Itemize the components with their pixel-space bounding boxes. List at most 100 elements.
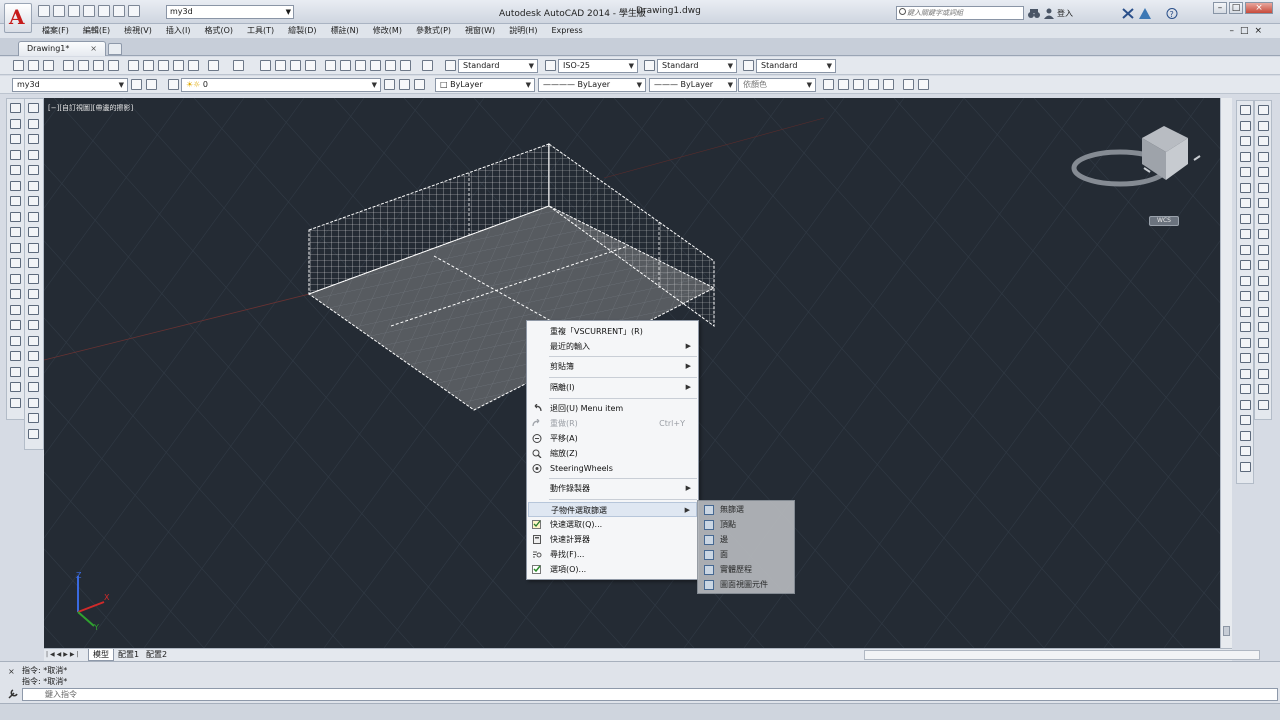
modeling-tool-icon[interactable]: [28, 118, 39, 129]
tab-layout1[interactable]: 配置1: [114, 649, 143, 661]
draw-tool-icon[interactable]: [10, 103, 21, 113]
render-tool-icon[interactable]: [1240, 182, 1251, 193]
draw-tool-icon[interactable]: [10, 351, 21, 361]
render-tool-icon[interactable]: [1240, 306, 1251, 317]
modify-tool-icon[interactable]: [1258, 275, 1269, 286]
undo-icon[interactable]: [208, 60, 219, 71]
open-icon[interactable]: [28, 60, 39, 71]
menu-express[interactable]: Express: [551, 24, 582, 38]
modify-tool-icon[interactable]: [1258, 229, 1269, 239]
modeling-tool-icon[interactable]: [28, 397, 39, 408]
save-icon[interactable]: [68, 5, 80, 17]
modify-tool-icon[interactable]: [1258, 120, 1269, 131]
visual-style-hidden-icon[interactable]: [853, 79, 864, 90]
text-style-select[interactable]: Standard ▼: [458, 59, 538, 73]
layout-nav-arrows[interactable]: |◀◀▶▶|: [46, 651, 81, 658]
draw-tool-icon[interactable]: [10, 289, 21, 299]
match-properties-icon[interactable]: [173, 60, 184, 71]
submenu-item-no-filter[interactable]: 無篩選: [700, 503, 794, 517]
menu-item-repeat[interactable]: 重複「VSCURRENT」(R): [528, 324, 697, 339]
modify-tool-icon[interactable]: [1258, 368, 1269, 379]
menu-item-recent-input[interactable]: 最近的輸入 ▶: [528, 339, 697, 354]
redo-icon[interactable]: [128, 5, 140, 17]
menu-item-redo[interactable]: 重做(R) Ctrl+Y: [528, 416, 697, 431]
design-center-icon[interactable]: [340, 60, 351, 71]
redo-icon[interactable]: [233, 60, 244, 71]
render-tool-icon[interactable]: [1240, 337, 1251, 348]
submenu-item-solid-history[interactable]: 實體歷程: [700, 563, 794, 577]
draw-tool-icon[interactable]: [10, 335, 21, 346]
properties-icon[interactable]: [325, 60, 336, 71]
modeling-tool-icon[interactable]: [28, 413, 39, 423]
modify-tool-icon[interactable]: [1258, 105, 1269, 115]
menu-edit[interactable]: 編輯(E): [83, 24, 110, 38]
layer-state-icon[interactable]: [414, 79, 425, 90]
vertical-scrollbar[interactable]: [1220, 98, 1232, 648]
command-input[interactable]: 鍵入指令: [22, 688, 1278, 701]
quickcalc-icon[interactable]: [400, 60, 411, 71]
modify-tool-icon[interactable]: [1258, 353, 1269, 363]
render-tool-icon[interactable]: [1240, 430, 1251, 441]
application-menu-button[interactable]: A: [4, 3, 32, 33]
modeling-tool-icon[interactable]: [28, 335, 39, 346]
modeling-tool-icon[interactable]: [28, 382, 39, 392]
modeling-tool-icon[interactable]: [28, 258, 39, 268]
publish-icon[interactable]: [93, 60, 104, 71]
tab-model[interactable]: 模型: [88, 649, 114, 661]
menu-help[interactable]: 說明(H): [509, 24, 537, 38]
modify-tool-icon[interactable]: [1258, 244, 1269, 255]
minimize-button[interactable]: –: [1213, 2, 1227, 14]
stay-connected-icon[interactable]: [1139, 8, 1151, 19]
modify-tool-icon[interactable]: [1258, 260, 1269, 270]
modeling-tool-icon[interactable]: [28, 289, 39, 299]
modeling-tool-icon[interactable]: [28, 149, 39, 160]
draw-tool-icon[interactable]: [10, 211, 21, 222]
open-file-icon[interactable]: [53, 5, 65, 17]
binoculars-icon[interactable]: [1028, 8, 1040, 19]
new-tab-button[interactable]: [108, 43, 122, 55]
draw-tool-icon[interactable]: [10, 149, 21, 160]
render-tool-icon[interactable]: [1240, 213, 1251, 224]
vertical-scrollbar-thumb[interactable]: [1223, 626, 1230, 636]
pan-icon[interactable]: [260, 60, 271, 71]
render-tool-icon[interactable]: [1240, 461, 1251, 472]
block-editor-icon[interactable]: [188, 60, 199, 71]
modify-tool-icon[interactable]: [1258, 399, 1269, 410]
close-tab-icon[interactable]: ×: [90, 42, 97, 55]
lineweight-select[interactable]: ——— ByLayer ▼: [649, 78, 737, 92]
modeling-tool-icon[interactable]: [28, 165, 39, 175]
menu-view[interactable]: 檢視(V): [124, 24, 152, 38]
markup-icon[interactable]: [385, 60, 396, 71]
menu-item-undo[interactable]: 退回(U) Menu item: [528, 401, 697, 416]
paste-icon[interactable]: [158, 60, 169, 71]
sheet-set-icon[interactable]: [370, 60, 381, 71]
layer-select[interactable]: ☀☼ 0 ▼: [181, 78, 381, 92]
dim-style-icon[interactable]: [545, 60, 556, 71]
draw-tool-icon[interactable]: [10, 196, 21, 206]
menu-window[interactable]: 視窗(W): [465, 24, 495, 38]
workspace-dropdown[interactable]: my3d ▼: [12, 78, 128, 92]
draw-tool-icon[interactable]: [10, 304, 21, 315]
visual-style-manager-icon[interactable]: [903, 79, 914, 90]
submenu-item-face[interactable]: 面: [700, 548, 794, 562]
menu-item-pan[interactable]: 平移(A): [528, 431, 697, 446]
modeling-tool-icon[interactable]: [28, 366, 39, 377]
render-tool-icon[interactable]: [1240, 275, 1251, 286]
draw-tool-icon[interactable]: [10, 320, 21, 330]
render-tool-icon[interactable]: [1240, 384, 1251, 394]
wcs-menu[interactable]: WCS: [1149, 216, 1179, 226]
new-file-icon[interactable]: [38, 5, 50, 17]
menu-item-quickcalc[interactable]: 快速計算器: [528, 532, 697, 547]
menu-item-action-recorder[interactable]: 動作錄製器 ▶: [528, 481, 697, 496]
render-tool-icon[interactable]: [1240, 446, 1251, 456]
customize-icon[interactable]: [146, 79, 157, 90]
menu-insert[interactable]: 插入(I): [166, 24, 191, 38]
modeling-tool-icon[interactable]: [28, 351, 39, 361]
table-style-select[interactable]: Standard ▼: [657, 59, 737, 73]
zoom-window-icon[interactable]: [290, 60, 301, 71]
draw-tool-icon[interactable]: [10, 227, 21, 237]
menu-item-quick-select[interactable]: 快速選取(Q)...: [528, 517, 697, 532]
color-select[interactable]: □ ByLayer ▼: [435, 78, 535, 92]
modeling-tool-icon[interactable]: [28, 211, 39, 222]
document-window-controls[interactable]: –□×: [1229, 24, 1268, 38]
